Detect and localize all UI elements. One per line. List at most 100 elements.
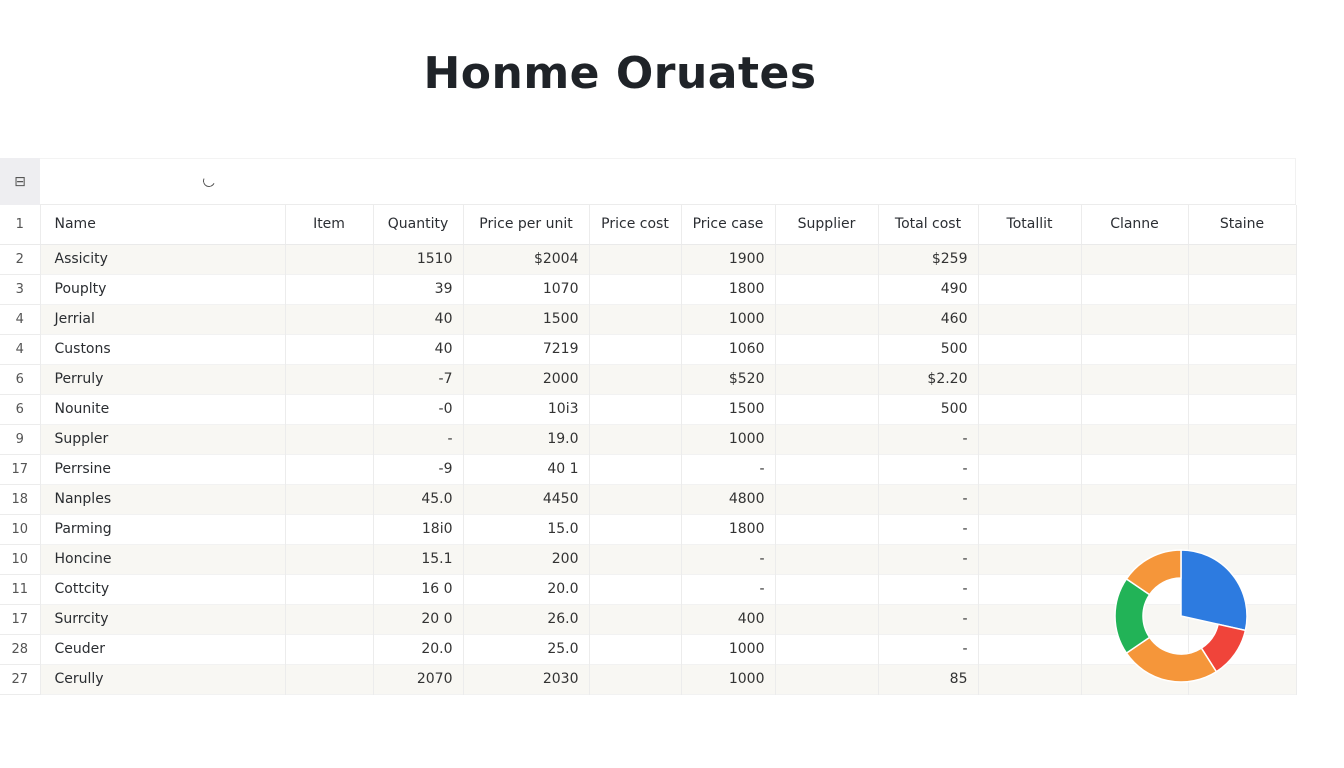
cell-totallit[interactable]	[978, 544, 1082, 574]
cell-price-per-unit[interactable]: 15.0	[463, 514, 590, 544]
cell-price-per-unit[interactable]: 2030	[463, 664, 590, 694]
cell-price-per-unit[interactable]: 20.0	[463, 574, 590, 604]
cell-supplier[interactable]	[775, 424, 879, 454]
row-number[interactable]: 10	[0, 544, 41, 575]
cell-supplier[interactable]	[775, 514, 879, 544]
cell-quantity[interactable]: -	[373, 424, 464, 454]
cell-name[interactable]: Cerully	[40, 664, 286, 694]
cell-price-cost[interactable]	[589, 574, 682, 604]
cell-price-case[interactable]: 1500	[681, 394, 776, 424]
cell-price-per-unit[interactable]: $2004	[463, 244, 590, 274]
cell-supplier[interactable]	[775, 364, 879, 394]
cell-total-cost[interactable]: -	[878, 634, 979, 664]
cell-item[interactable]	[285, 274, 374, 304]
cell-name[interactable]: Surrcity	[40, 604, 286, 634]
cell-totallit[interactable]	[978, 334, 1082, 364]
cell-supplier[interactable]	[775, 604, 879, 634]
cell-quantity[interactable]: 2070	[373, 664, 464, 694]
row-number[interactable]: 28	[0, 634, 41, 665]
cell-staine[interactable]	[1188, 454, 1297, 484]
cell-totallit[interactable]	[978, 664, 1082, 694]
cell-staine[interactable]	[1188, 274, 1297, 304]
cell-totallit[interactable]	[978, 304, 1082, 334]
cell-price-per-unit[interactable]: 25.0	[463, 634, 590, 664]
column-header-supplier[interactable]: Supplier	[775, 205, 879, 245]
cell-item[interactable]	[285, 544, 374, 574]
row-number[interactable]: 9	[0, 424, 41, 455]
cell-price-per-unit[interactable]: 2000	[463, 364, 590, 394]
cell-name[interactable]: Custons	[40, 334, 286, 364]
cell-price-per-unit[interactable]: 7219	[463, 334, 590, 364]
cell-price-per-unit[interactable]: 4450	[463, 484, 590, 514]
cell-supplier[interactable]	[775, 244, 879, 274]
column-header-price-case[interactable]: Price case	[681, 205, 776, 245]
cell-price-cost[interactable]	[589, 454, 682, 484]
cell-totallit[interactable]	[978, 424, 1082, 454]
cell-staine[interactable]	[1188, 484, 1297, 514]
row-number[interactable]: 3	[0, 274, 41, 305]
column-header-clanne[interactable]: Clanne	[1081, 205, 1189, 245]
cell-totallit[interactable]	[978, 394, 1082, 424]
column-header-staine[interactable]: Staine	[1188, 205, 1297, 245]
cell-price-case[interactable]: -	[681, 544, 776, 574]
cell-quantity[interactable]: 40	[373, 304, 464, 334]
cell-price-cost[interactable]	[589, 634, 682, 664]
cell-item[interactable]	[285, 484, 374, 514]
cell-totallit[interactable]	[978, 484, 1082, 514]
cell-quantity[interactable]: 1510	[373, 244, 464, 274]
cell-total-cost[interactable]: $259	[878, 244, 979, 274]
cell-price-case[interactable]: 1000	[681, 634, 776, 664]
cell-supplier[interactable]	[775, 334, 879, 364]
column-header-name[interactable]: Name	[40, 205, 286, 245]
cell-clanne[interactable]	[1081, 394, 1189, 424]
cell-clanne[interactable]	[1081, 364, 1189, 394]
cell-total-cost[interactable]: -	[878, 544, 979, 574]
select-all-corner[interactable]: ⊟	[0, 158, 40, 205]
cell-price-cost[interactable]	[589, 304, 682, 334]
cell-staine[interactable]	[1188, 394, 1297, 424]
cell-total-cost[interactable]: -	[878, 454, 979, 484]
cell-name[interactable]: Ceuder	[40, 634, 286, 664]
cell-price-cost[interactable]	[589, 544, 682, 574]
cell-price-case[interactable]: 1800	[681, 514, 776, 544]
cell-quantity[interactable]: 18i0	[373, 514, 464, 544]
cell-name[interactable]: Nounite	[40, 394, 286, 424]
cell-quantity[interactable]: 40	[373, 334, 464, 364]
column-header-item[interactable]: Item	[285, 205, 374, 245]
cell-quantity[interactable]: 45.0	[373, 484, 464, 514]
cell-price-case[interactable]: 400	[681, 604, 776, 634]
cell-quantity[interactable]: 20.0	[373, 634, 464, 664]
row-number[interactable]: 18	[0, 484, 41, 515]
cell-price-per-unit[interactable]: 1070	[463, 274, 590, 304]
row-number[interactable]: 17	[0, 604, 41, 635]
cell-price-cost[interactable]	[589, 334, 682, 364]
cell-name[interactable]: Perruly	[40, 364, 286, 394]
cell-totallit[interactable]	[978, 604, 1082, 634]
cell-quantity[interactable]: 20 0	[373, 604, 464, 634]
cell-totallit[interactable]	[978, 514, 1082, 544]
cell-staine[interactable]	[1188, 514, 1297, 544]
cell-total-cost[interactable]: 490	[878, 274, 979, 304]
cell-price-cost[interactable]	[589, 274, 682, 304]
cell-price-case[interactable]: $520	[681, 364, 776, 394]
cell-clanne[interactable]	[1081, 274, 1189, 304]
cell-price-per-unit[interactable]: 40 1	[463, 454, 590, 484]
cell-name[interactable]: Pouplty	[40, 274, 286, 304]
cell-item[interactable]	[285, 454, 374, 484]
cell-supplier[interactable]	[775, 454, 879, 484]
cell-quantity[interactable]: 16 0	[373, 574, 464, 604]
cell-name[interactable]: Suppler	[40, 424, 286, 454]
cell-supplier[interactable]	[775, 394, 879, 424]
cell-total-cost[interactable]: -	[878, 604, 979, 634]
cell-item[interactable]	[285, 244, 374, 274]
cell-price-cost[interactable]	[589, 514, 682, 544]
cell-price-case[interactable]: -	[681, 454, 776, 484]
cell-name[interactable]: Perrsine	[40, 454, 286, 484]
cell-totallit[interactable]	[978, 364, 1082, 394]
cell-total-cost[interactable]: 500	[878, 394, 979, 424]
row-number[interactable]: 4	[0, 334, 41, 365]
cell-item[interactable]	[285, 334, 374, 364]
cell-supplier[interactable]	[775, 544, 879, 574]
cell-price-cost[interactable]	[589, 424, 682, 454]
cell-quantity[interactable]: -7	[373, 364, 464, 394]
